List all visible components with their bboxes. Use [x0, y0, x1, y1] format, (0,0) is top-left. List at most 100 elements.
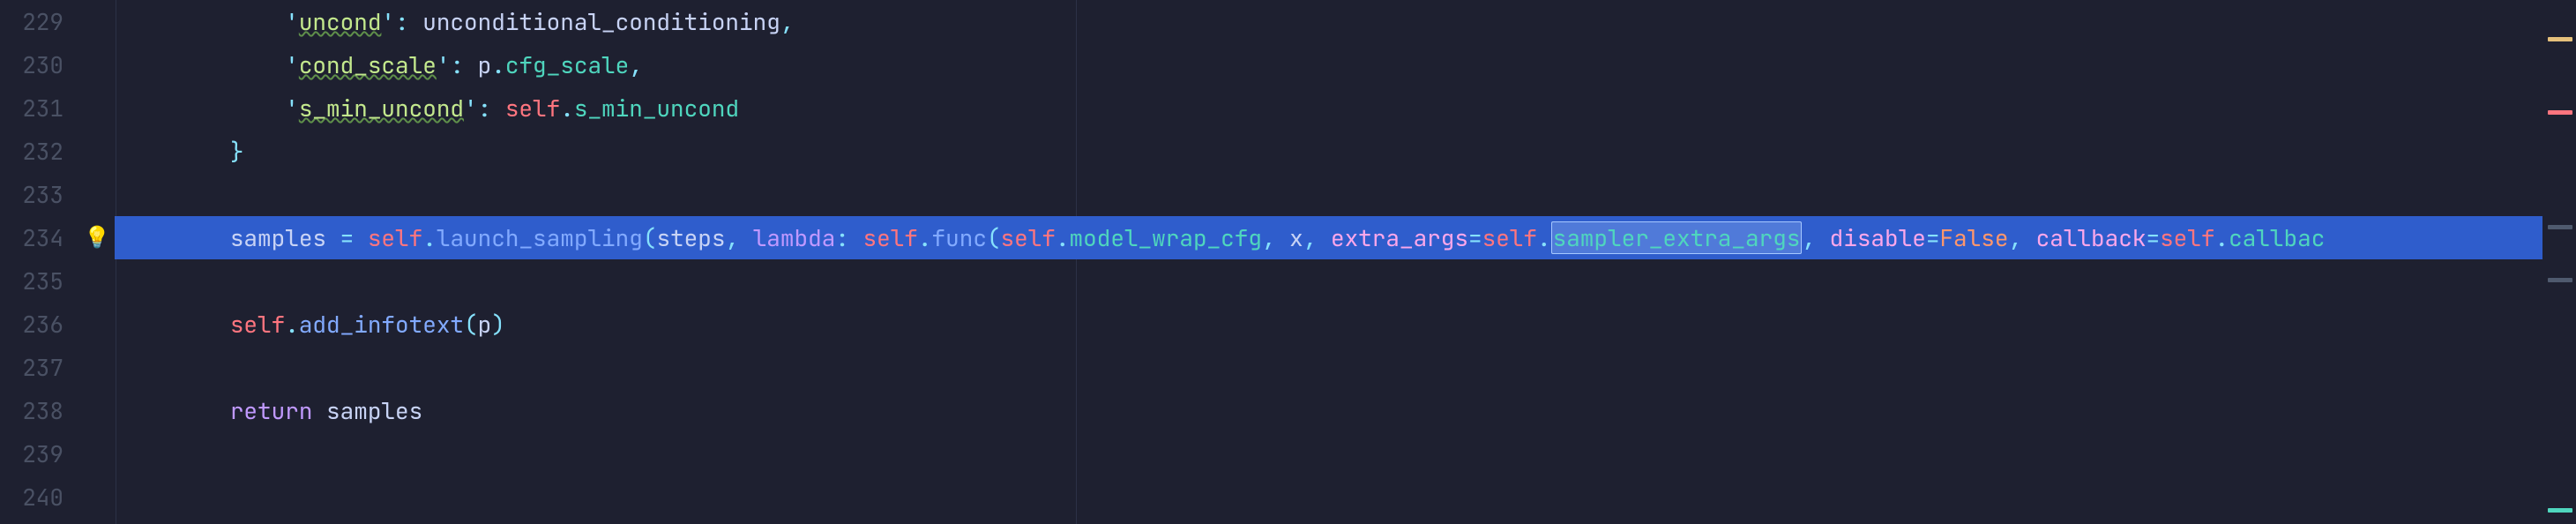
code-line[interactable]	[115, 259, 2542, 303]
code-token: launch_sampling	[437, 222, 643, 253]
code-line[interactable]: 'cond_scale': p.cfg_scale,	[115, 43, 2542, 86]
code-token: '	[437, 49, 451, 80]
code-line[interactable]	[115, 475, 2542, 519]
line-number: 238	[0, 389, 63, 432]
code-token: uncond	[299, 6, 382, 37]
code-token: ,	[629, 49, 643, 80]
code-token: .	[285, 309, 299, 340]
code-token: sampler_extra_args	[1551, 221, 1803, 254]
glyph-margin: 💡	[79, 0, 115, 524]
code-line[interactable]: }	[115, 130, 2542, 173]
code-line[interactable]: self.add_infotext(p)	[115, 303, 2542, 346]
code-token: s_min_uncond	[574, 93, 739, 124]
code-token: =	[2146, 222, 2160, 253]
code-token: }	[230, 136, 244, 167]
code-token: self	[505, 93, 560, 124]
minimap-mark	[2548, 508, 2572, 513]
code-token: p	[478, 49, 492, 80]
code-token: cond_scale	[299, 49, 437, 80]
code-token: =	[1926, 222, 1940, 253]
lightbulb-icon[interactable]: 💡	[85, 225, 109, 250]
line-number: 235	[0, 259, 63, 303]
code-token: :	[835, 222, 862, 253]
code-token: ,	[780, 6, 795, 37]
line-number: 231	[0, 86, 63, 130]
code-token: (	[464, 309, 478, 340]
minimap[interactable]	[2542, 0, 2576, 524]
code-token: p	[478, 309, 492, 340]
line-number: 240	[0, 475, 63, 519]
line-number: 237	[0, 346, 63, 389]
code-token: =	[340, 222, 368, 253]
minimap-mark	[2548, 225, 2572, 229]
code-token: ,	[2008, 222, 2035, 253]
code-line[interactable]: 'uncond': unconditional_conditioning,	[115, 0, 2542, 43]
code-token: samples	[230, 222, 340, 253]
code-line[interactable]	[115, 173, 2542, 216]
code-token: return	[230, 395, 313, 426]
code-token: self	[2160, 222, 2214, 253]
minimap-mark	[2548, 37, 2572, 41]
line-number: 234	[0, 216, 63, 259]
code-token: :	[450, 49, 477, 80]
code-token: (	[987, 222, 1001, 253]
code-token: .	[491, 49, 505, 80]
code-token: False	[1939, 222, 2008, 253]
code-token: x	[1289, 222, 1303, 253]
code-token: '	[464, 93, 478, 124]
code-token: .	[1056, 222, 1070, 253]
code-token: .	[918, 222, 932, 253]
line-number: 230	[0, 43, 63, 86]
code-token: )	[491, 309, 505, 340]
code-line[interactable]: return samples	[115, 389, 2542, 432]
line-number-gutter: 229230231232233234235236237238239240	[0, 0, 79, 524]
code-token: '	[285, 93, 299, 124]
code-token: unconditional_conditioning	[422, 6, 780, 37]
code-token: samples	[312, 395, 422, 426]
code-token: s_min_uncond	[299, 93, 464, 124]
code-token: =	[1468, 222, 1482, 253]
code-line[interactable]	[115, 432, 2542, 475]
minimap-mark	[2548, 110, 2572, 115]
code-token: self	[368, 222, 422, 253]
code-area[interactable]: 'uncond': unconditional_conditioning, 'c…	[115, 0, 2542, 524]
minimap-mark	[2548, 278, 2572, 282]
code-token: '	[285, 6, 299, 37]
code-token: :	[395, 6, 422, 37]
code-token: ,	[1262, 222, 1289, 253]
line-number: 232	[0, 130, 63, 173]
code-token: (	[643, 222, 657, 253]
code-token: '	[381, 6, 395, 37]
code-token: steps	[656, 222, 725, 253]
code-token: self	[230, 309, 285, 340]
code-token: lambda	[753, 222, 836, 253]
code-token: ,	[1303, 222, 1331, 253]
code-token: callback	[2036, 222, 2147, 253]
code-token: .	[1537, 222, 1551, 253]
code-token: :	[478, 93, 505, 124]
code-line[interactable]: samples = self.launch_sampling(steps, la…	[115, 216, 2542, 259]
code-line[interactable]: 's_min_uncond': self.s_min_uncond	[115, 86, 2542, 130]
code-token: .	[560, 93, 574, 124]
code-token: ,	[1802, 222, 1829, 253]
code-token: func	[932, 222, 987, 253]
code-token: disable	[1830, 222, 1926, 253]
line-number: 233	[0, 173, 63, 216]
code-token: .	[2214, 222, 2229, 253]
code-token: extra_args	[1331, 222, 1468, 253]
line-number: 236	[0, 303, 63, 346]
code-token: self	[1001, 222, 1056, 253]
line-number: 229	[0, 0, 63, 43]
code-token: callbac	[2229, 222, 2325, 253]
code-editor[interactable]: 229230231232233234235236237238239240 💡 '…	[0, 0, 2576, 524]
code-token: cfg_scale	[505, 49, 629, 80]
code-line[interactable]	[115, 346, 2542, 389]
code-token: .	[422, 222, 437, 253]
code-token: add_infotext	[299, 309, 464, 340]
code-token: ,	[725, 222, 752, 253]
code-token: self	[863, 222, 918, 253]
line-number: 239	[0, 432, 63, 475]
code-token: model_wrap_cfg	[1070, 222, 1262, 253]
code-token: self	[1482, 222, 1537, 253]
code-token: '	[285, 49, 299, 80]
